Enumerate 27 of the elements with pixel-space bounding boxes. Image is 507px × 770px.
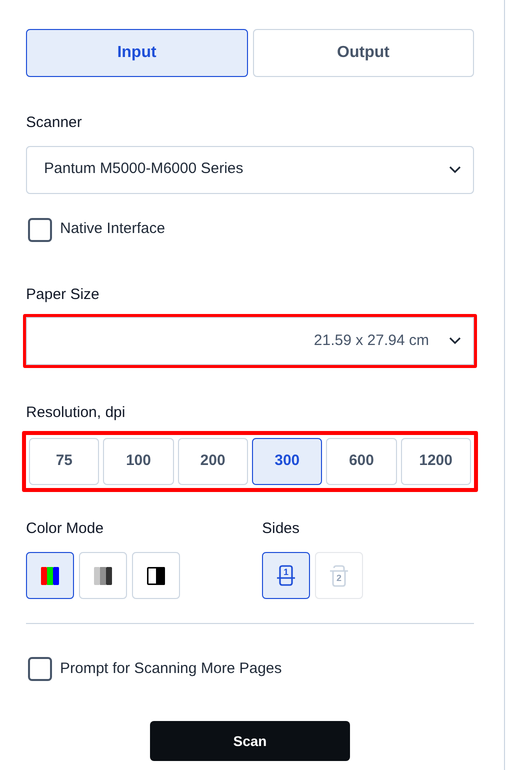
color-mode-button[interactable]: [26, 552, 74, 599]
resolution-option[interactable]: 600: [326, 438, 397, 484]
tab[interactable]: Input: [26, 29, 248, 77]
striped-bars-icon: [41, 566, 59, 584]
resolution-option[interactable]: 75: [29, 438, 100, 484]
resolution-option[interactable]: 1200: [400, 438, 471, 484]
resolution-option[interactable]: 300: [252, 438, 322, 484]
field-label: Scanner: [26, 113, 83, 133]
checkbox[interactable]: [28, 218, 52, 242]
checkbox-label: Prompt for Scanning More Pages: [60, 658, 282, 679]
checkbox-label: Native Interface: [60, 219, 166, 240]
field-label: Sides: [262, 518, 301, 538]
paper-size-dropdown[interactable]: 21.59 x 27.94 cm: [26, 317, 474, 365]
checkbox[interactable]: [28, 657, 52, 681]
half-filled-square-icon: [147, 566, 165, 584]
field-label: Resolution, dpi: [26, 403, 126, 423]
resolution-option[interactable]: 100: [103, 438, 174, 484]
resolution-option[interactable]: 200: [178, 438, 248, 484]
grayscale-bars-icon: [94, 566, 112, 584]
scan-button[interactable]: Scan: [150, 721, 350, 761]
scanner-dropdown[interactable]: Pantum M5000-M6000 Series: [26, 146, 474, 194]
field-label: Color Mode: [26, 518, 105, 538]
tab[interactable]: Output: [252, 29, 474, 77]
chevron-down-icon: [449, 337, 461, 345]
chevron-down-icon: [449, 166, 461, 174]
sides-button[interactable]: 1: [262, 552, 310, 599]
field-label: Paper Size: [26, 284, 100, 304]
